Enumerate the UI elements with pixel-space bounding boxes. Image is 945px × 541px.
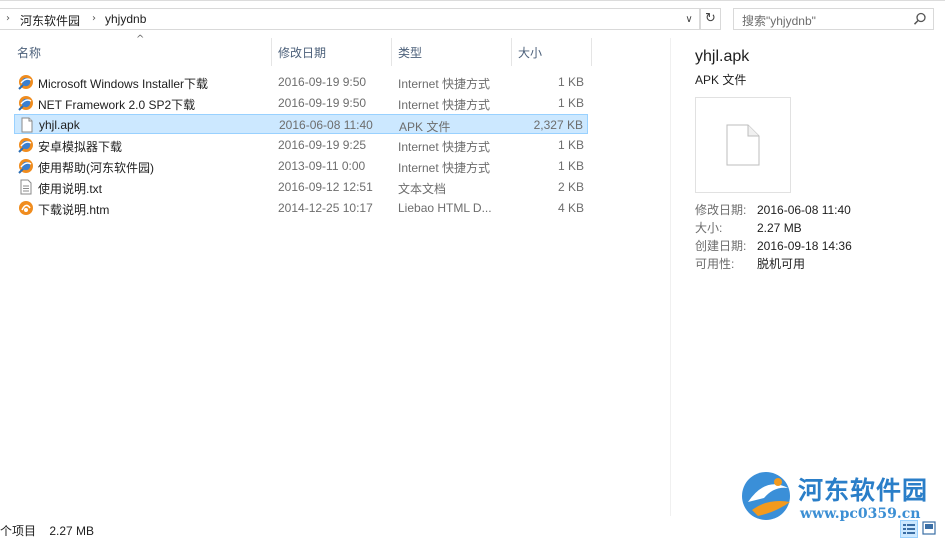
- column-divider[interactable]: [511, 38, 512, 66]
- file-date: 2013-09-11 0:00: [278, 159, 366, 173]
- column-header-size[interactable]: 大小: [518, 44, 542, 61]
- file-date: 2016-09-19 9:50: [278, 75, 367, 89]
- address-bar[interactable]: › 河东软件园 › yhjydnb ∨: [0, 8, 700, 30]
- file-size: 1 KB: [557, 96, 584, 110]
- file-row-4[interactable]: 使用帮助(河东软件园) 2013-09-11 0:00 Internet 快捷方式 1…: [14, 156, 588, 176]
- file-size: 2,327 KB: [533, 118, 583, 132]
- details-file-name: yhjl.apk: [695, 48, 750, 65]
- prop-key: 修改日期:: [695, 203, 747, 217]
- status-text: 个项目 2.27 MB: [0, 522, 104, 539]
- file-name[interactable]: 使用帮助(河东软件园): [38, 159, 154, 176]
- details-view-button[interactable]: [900, 520, 918, 538]
- file-thumbnail: [695, 97, 791, 193]
- file-name[interactable]: yhjl.apk: [39, 118, 80, 132]
- column-divider[interactable]: [271, 38, 272, 66]
- file-size: 4 KB: [557, 201, 584, 215]
- refresh-button[interactable]: ↻: [700, 8, 721, 30]
- file-size: 1 KB: [557, 138, 584, 152]
- breadcrumb-item-hedong[interactable]: 河东软件园: [20, 12, 80, 29]
- view-switcher: [900, 520, 940, 538]
- status-size: 2.27 MB: [49, 524, 95, 538]
- file-row-2[interactable]: yhjl.apk 2016-06-08 11:40 APK 文件 2,327 KB: [14, 114, 588, 134]
- prop-value[interactable]: 2016-06-08 11:40: [757, 203, 851, 217]
- file-row-5[interactable]: 使用说明.txt 2016-09-12 12:51 文本文档 2 KB: [14, 177, 588, 197]
- sort-ascending-icon: ^: [136, 34, 145, 45]
- details-prop-size: 大小: 2.27 MB: [695, 219, 802, 236]
- file-icon: [19, 117, 35, 133]
- large-icons-view-button[interactable]: [921, 520, 939, 538]
- internet-shortcut-icon: [18, 74, 34, 90]
- top-border: [0, 0, 945, 1]
- file-size: 2 KB: [557, 180, 584, 194]
- large-icons-view-icon: [922, 521, 936, 535]
- file-row-0[interactable]: Microsoft Windows Installer下载 2016-09-19 …: [14, 72, 588, 92]
- text-file-icon: [18, 179, 34, 195]
- details-file-type: APK 文件: [695, 73, 747, 87]
- file-type: 文本文档: [398, 182, 447, 196]
- internet-shortcut-icon: [18, 158, 34, 174]
- prop-key: 大小:: [695, 221, 723, 235]
- file-name[interactable]: Microsoft Windows Installer下载: [38, 75, 208, 92]
- column-header-date[interactable]: 修改日期: [278, 44, 326, 61]
- search-input[interactable]: 搜索"yhjydnb": [733, 8, 934, 30]
- file-row-1[interactable]: NET Framework 2.0 SP2下载 2016-09-19 9:50 In…: [14, 93, 588, 113]
- file-type: APK 文件: [399, 120, 451, 134]
- file-name[interactable]: 安卓模拟器下载: [38, 138, 122, 155]
- prop-key: 创建日期:: [695, 239, 747, 253]
- file-size: 1 KB: [557, 159, 584, 173]
- search-icon[interactable]: [913, 12, 927, 26]
- html-file-icon: [18, 200, 34, 216]
- file-type: Internet 快捷方式: [398, 140, 491, 154]
- document-icon: [726, 124, 760, 166]
- file-name[interactable]: NET Framework 2.0 SP2下载: [38, 96, 195, 113]
- file-date: 2016-09-12 12:51: [278, 180, 373, 194]
- search-placeholder: 搜索"yhjydnb": [742, 14, 816, 28]
- prop-key: 可用性:: [695, 257, 735, 271]
- column-divider[interactable]: [391, 38, 392, 66]
- details-prop-modified: 修改日期: 2016-06-08 11:40: [695, 201, 851, 218]
- breadcrumb-separator-icon[interactable]: ›: [6, 13, 10, 24]
- file-type: Internet 快捷方式: [398, 77, 491, 91]
- file-date: 2016-06-08 11:40: [279, 118, 373, 132]
- breadcrumb-item-yhjydnb[interactable]: yhjydnb: [105, 12, 146, 26]
- column-header-row: ^ 名称 修改日期 类型 大小: [0, 34, 670, 66]
- breadcrumb-separator-icon[interactable]: ›: [92, 13, 96, 24]
- file-type: Internet 快捷方式: [398, 161, 491, 175]
- column-header-type[interactable]: 类型: [398, 44, 422, 61]
- file-type: Internet 快捷方式: [398, 98, 491, 112]
- internet-shortcut-icon: [18, 95, 34, 111]
- internet-shortcut-icon: [18, 137, 34, 153]
- prop-value[interactable]: 2016-09-18 14:36: [757, 239, 852, 253]
- details-prop-created: 创建日期: 2016-09-18 14:36: [695, 237, 852, 254]
- file-row-3[interactable]: 安卓模拟器下载 2016-09-19 9:25 Internet 快捷方式 1 KB: [14, 135, 588, 155]
- watermark-site-name: 河东软件园: [798, 476, 929, 505]
- status-selection: 个项目: [0, 524, 37, 538]
- file-date: 2016-09-19 9:50: [278, 96, 367, 110]
- details-view-icon: [903, 524, 915, 534]
- file-name[interactable]: 使用说明.txt: [38, 180, 102, 197]
- file-type: Liebao HTML D...: [398, 201, 492, 215]
- column-header-name[interactable]: 名称: [17, 44, 41, 61]
- file-date: 2014-12-25 10:17: [278, 201, 373, 215]
- column-divider[interactable]: [591, 38, 592, 66]
- details-pane: yhjl.apk APK 文件 修改日期: 2016-06-08 11:40 大小…: [671, 38, 945, 516]
- file-date: 2016-09-19 9:25: [278, 138, 367, 152]
- details-prop-availability: 可用性: 脱机可用: [695, 255, 805, 272]
- prop-value: 2.27 MB: [757, 221, 802, 235]
- prop-value: 脱机可用: [757, 257, 806, 271]
- file-name[interactable]: 下载说明.htm: [38, 201, 109, 218]
- address-toolbar: › 河东软件园 › yhjydnb ∨ ↻ 搜索"yhjydnb": [0, 0, 945, 38]
- address-history-chevron-down-icon[interactable]: ∨: [681, 12, 697, 28]
- file-row-6[interactable]: 下载说明.htm 2014-12-25 10:17 Liebao HTML D...…: [14, 198, 588, 218]
- file-size: 1 KB: [557, 75, 584, 89]
- status-bar: 个项目 2.27 MB: [0, 516, 945, 541]
